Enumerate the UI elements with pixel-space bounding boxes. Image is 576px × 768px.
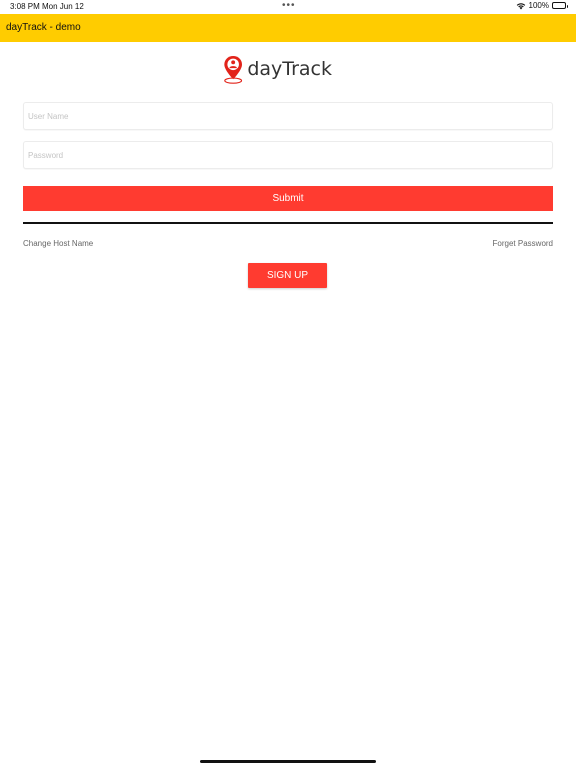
password-field[interactable] (23, 141, 553, 169)
wifi-icon (516, 2, 525, 9)
forget-password-link[interactable]: Forget Password (493, 239, 553, 248)
battery-full-icon (552, 2, 568, 9)
status-right: 100% (516, 1, 568, 10)
home-indicator[interactable] (200, 760, 376, 763)
app-logo: dayTrack (222, 52, 332, 86)
multitasking-dots-icon[interactable]: ••• (282, 0, 296, 11)
navigation-bar: dayTrack - demo (0, 14, 576, 42)
change-host-name-link[interactable]: Change Host Name (23, 239, 93, 248)
divider (23, 222, 553, 224)
nav-title: dayTrack - demo (6, 22, 81, 33)
password-input[interactable] (24, 142, 552, 168)
submit-button[interactable]: Submit (23, 186, 553, 211)
status-bar: 3:08 PM Mon Jun 12 ••• 100% (0, 0, 576, 14)
username-input[interactable] (24, 103, 552, 129)
username-field[interactable] (23, 102, 553, 130)
location-pin-person-icon (224, 55, 243, 84)
status-time: 3:08 PM (10, 2, 40, 11)
sign-up-button[interactable]: SIGN UP (248, 263, 327, 288)
battery-percent: 100% (528, 1, 549, 10)
logo-text: dayTrack (247, 58, 332, 80)
status-date: Mon Jun 12 (42, 2, 84, 11)
